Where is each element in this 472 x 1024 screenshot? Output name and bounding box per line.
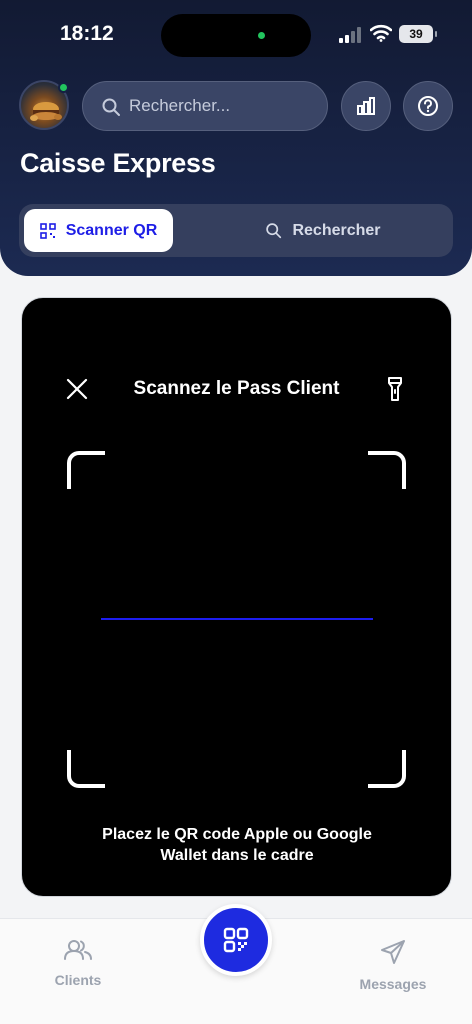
scanner-hint-line1: Placez le QR code Apple ou Google (102, 826, 372, 843)
bar-chart-icon (357, 97, 375, 115)
scanner-hint: Placez le QR code Apple ou Google Wallet… (62, 824, 412, 866)
page-title: Caisse Express (20, 148, 216, 178)
tab-clients-label: Clients (54, 972, 102, 988)
tab-clients[interactable]: Clients (18, 939, 138, 988)
scan-frame-corner-top-right (368, 451, 406, 489)
tab-scanner-qr[interactable]: Scanner QR (24, 209, 173, 252)
dynamic-island (161, 14, 311, 57)
scan-frame-corner-top-left (67, 451, 105, 489)
flashlight-icon[interactable] (387, 376, 403, 402)
status-time: 18:12 (60, 22, 114, 45)
send-icon (381, 940, 405, 964)
wifi-icon (370, 24, 392, 42)
online-status-dot (58, 82, 69, 93)
help-button[interactable] (403, 81, 453, 131)
tab-rechercher[interactable]: Rechercher (248, 209, 398, 252)
users-icon (64, 940, 92, 960)
search-input[interactable]: Rechercher... (82, 81, 328, 131)
battery-indicator: 39 (399, 25, 437, 43)
search-placeholder: Rechercher... (129, 96, 231, 115)
header: 18:12 39 Rechercher... Caisse Express Sc… (0, 0, 472, 276)
search-icon (102, 98, 120, 116)
tab-messages-label: Messages (359, 976, 427, 992)
scanner-hint-line2: Wallet dans le cadre (160, 847, 314, 864)
scan-qr-button[interactable] (200, 904, 272, 976)
mode-switcher: Scanner QR Rechercher (19, 204, 453, 257)
stats-button[interactable] (341, 81, 391, 131)
help-circle-icon (418, 96, 438, 116)
tab-messages[interactable]: Messages (333, 939, 453, 992)
qr-code-icon (223, 927, 249, 953)
scan-frame-corner-bottom-left (67, 750, 105, 788)
cellular-signal-icon (339, 27, 361, 43)
scan-frame-corner-bottom-right (368, 750, 406, 788)
qr-scanner-panel: Scannez le Pass Client Placez le QR code… (21, 297, 452, 897)
camera-indicator (258, 32, 265, 39)
tab-rechercher-label: Rechercher (292, 221, 381, 239)
search-icon (266, 223, 282, 239)
scan-line (101, 618, 373, 620)
tab-scanner-qr-label: Scanner QR (65, 221, 158, 239)
qr-code-icon (39, 222, 56, 239)
